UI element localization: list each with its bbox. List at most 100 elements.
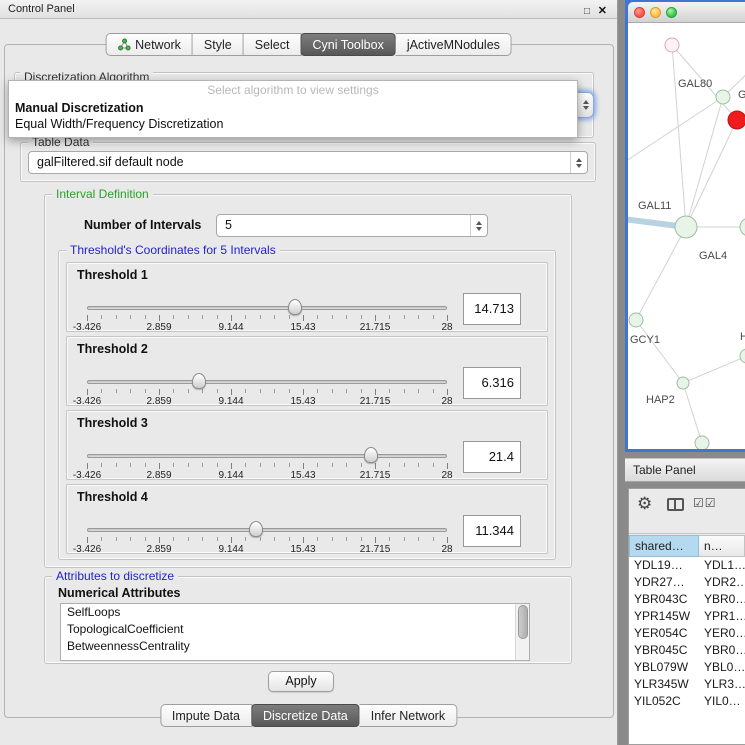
close-traffic-light-icon[interactable] bbox=[634, 7, 645, 18]
network-node[interactable] bbox=[740, 349, 745, 363]
slider-thumb[interactable] bbox=[288, 299, 302, 315]
table-column-header[interactable]: shared… bbox=[629, 535, 699, 557]
network-edge[interactable] bbox=[683, 356, 745, 383]
network-edge[interactable] bbox=[636, 320, 683, 383]
network-node-label: GAL4 bbox=[699, 250, 727, 262]
network-edge[interactable] bbox=[672, 45, 686, 227]
network-node[interactable] bbox=[740, 218, 745, 236]
slider-track[interactable] bbox=[87, 306, 447, 310]
numerical-attributes-list[interactable]: SelfLoopsTopologicalCoefficientBetweenne… bbox=[60, 603, 530, 661]
threshold-value-field[interactable]: 6.316 bbox=[463, 367, 521, 399]
table-row[interactable]: YBL079WYBL0… bbox=[629, 659, 745, 676]
slider-scale-label: 15.43 bbox=[290, 544, 315, 555]
slider-thumb[interactable] bbox=[364, 447, 378, 463]
table-row[interactable]: YBR043CYBR0… bbox=[629, 591, 745, 608]
table-cell: YDL19… bbox=[629, 557, 699, 574]
tab-network[interactable]: Network bbox=[105, 33, 193, 56]
column-selector-icon[interactable] bbox=[667, 498, 684, 511]
interval-definition-group-label: Interval Definition bbox=[52, 187, 153, 201]
scrollbar-thumb[interactable] bbox=[518, 605, 528, 639]
threshold-value-field[interactable]: 21.4 bbox=[463, 441, 521, 473]
tab-label: Cyni Toolbox bbox=[312, 38, 383, 52]
slider-scale-label: 28 bbox=[441, 322, 452, 333]
tab-discretize-data[interactable]: Discretize Data bbox=[251, 704, 360, 727]
table-cell: YBL079W bbox=[629, 659, 699, 676]
table-row[interactable]: YLR345WYLR3… bbox=[629, 676, 745, 693]
table-row[interactable]: YDR27…YDR2… bbox=[629, 574, 745, 591]
minimize-traffic-light-icon[interactable] bbox=[650, 7, 661, 18]
network-node[interactable] bbox=[675, 216, 697, 238]
network-canvas[interactable]: GAL80GAGAL11GAL4GCY1HHAP2 bbox=[628, 23, 745, 449]
close-icon[interactable]: ✕ bbox=[598, 2, 607, 20]
table-row[interactable]: YDL19…YDL1… bbox=[629, 557, 745, 574]
number-of-intervals-combobox[interactable]: 5 bbox=[216, 214, 488, 237]
table-cell: YBR043C bbox=[629, 591, 699, 608]
attribute-list-item[interactable]: SelfLoops bbox=[61, 604, 529, 621]
tab-cyni-toolbox[interactable]: Cyni Toolbox bbox=[300, 33, 395, 56]
apply-button[interactable]: Apply bbox=[268, 671, 334, 692]
attribute-list-item[interactable]: TopologicalCoefficient bbox=[61, 621, 529, 638]
table-row[interactable]: YBR045CYBR0… bbox=[629, 642, 745, 659]
slider-track[interactable] bbox=[87, 454, 447, 458]
threshold-slider[interactable]: -3.4262.8599.14415.4321.71528 bbox=[81, 299, 453, 333]
threshold-slider[interactable]: -3.4262.8599.14415.4321.71528 bbox=[81, 373, 453, 407]
network-node[interactable] bbox=[695, 436, 709, 449]
slider-thumb[interactable] bbox=[249, 521, 263, 537]
network-window-titlebar[interactable] bbox=[628, 2, 745, 23]
checkbox-icons[interactable]: ☑☑ bbox=[693, 496, 717, 510]
table-row[interactable]: YER054CYER0… bbox=[629, 625, 745, 642]
dropdown-option-manual-discretization[interactable]: Manual Discretization bbox=[9, 100, 577, 116]
slider-track[interactable] bbox=[87, 528, 447, 532]
network-node[interactable] bbox=[665, 38, 679, 52]
slider-scale-label: 21.715 bbox=[360, 544, 391, 555]
algorithm-dropdown: Select algorithm to view settings Manual… bbox=[8, 80, 578, 138]
control-panel-titlebar: Control Panel □ ✕ bbox=[0, 0, 617, 19]
slider-thumb[interactable] bbox=[192, 373, 206, 389]
table-data-combobox[interactable]: galFiltered.sif default node bbox=[28, 151, 588, 174]
network-edge[interactable] bbox=[628, 97, 723, 163]
slider-scale: -3.4262.8599.14415.4321.71528 bbox=[81, 544, 453, 555]
table-cell: YBL0… bbox=[699, 659, 745, 676]
threshold-value-field[interactable]: 11.344 bbox=[463, 515, 521, 547]
tab-infer-network[interactable]: Infer Network bbox=[360, 704, 457, 727]
tab-style[interactable]: Style bbox=[193, 33, 244, 56]
zoom-traffic-light-icon[interactable] bbox=[666, 7, 677, 18]
float-icon[interactable]: □ bbox=[584, 3, 590, 21]
node-table: shared…n… YDL19…YDL1…YDR27…YDR2…YBR043CY… bbox=[629, 535, 745, 744]
table-panel-title: Table Panel bbox=[633, 463, 696, 477]
dropdown-option-equal-width-frequency[interactable]: Equal Width/Frequency Discretization bbox=[9, 116, 577, 132]
threshold-slider[interactable]: -3.4262.8599.14415.4321.71528 bbox=[81, 447, 453, 481]
network-edge[interactable] bbox=[636, 227, 686, 320]
combobox-stepper-icon bbox=[570, 152, 587, 173]
table-row[interactable]: YPR145WYPR1… bbox=[629, 608, 745, 625]
slider-ticks bbox=[81, 463, 453, 470]
network-edge[interactable] bbox=[683, 383, 702, 443]
slider-scale-label: 28 bbox=[441, 470, 452, 481]
threshold-value-field[interactable]: 14.713 bbox=[463, 293, 521, 325]
slider-track[interactable] bbox=[87, 380, 447, 384]
tab-select[interactable]: Select bbox=[244, 33, 302, 56]
slider-scale-label: 28 bbox=[441, 544, 452, 555]
threshold-panel: Threshold 2 -3.4262.8599.14415.4321.7152… bbox=[66, 336, 548, 406]
slider-scale-label: 9.144 bbox=[218, 322, 243, 333]
table-cell: YER054C bbox=[629, 625, 699, 642]
network-node[interactable] bbox=[728, 111, 745, 129]
slider-ticks bbox=[81, 315, 453, 322]
network-node[interactable] bbox=[629, 313, 643, 327]
slider-scale: -3.4262.8599.14415.4321.71528 bbox=[81, 396, 453, 407]
attribute-list-item[interactable]: BetweennessCentrality bbox=[61, 638, 529, 655]
slider-scale-label: -3.426 bbox=[73, 396, 101, 407]
gear-icon[interactable]: ⚙ bbox=[637, 494, 652, 514]
network-node[interactable] bbox=[716, 90, 730, 104]
network-node[interactable] bbox=[677, 377, 689, 389]
tab-impute-data[interactable]: Impute Data bbox=[160, 704, 252, 727]
list-scrollbar[interactable] bbox=[515, 604, 529, 660]
table-column-header[interactable]: n… bbox=[699, 535, 745, 557]
slider-scale: -3.4262.8599.14415.4321.71528 bbox=[81, 470, 453, 481]
combobox-stepper-icon bbox=[470, 215, 487, 236]
tab-jactivemnodules[interactable]: jActiveMNodules bbox=[396, 33, 512, 56]
threshold-slider[interactable]: -3.4262.8599.14415.4321.71528 bbox=[81, 521, 453, 555]
slider-scale-label: -3.426 bbox=[73, 322, 101, 333]
table-row[interactable]: YIL052CYIL0… bbox=[629, 693, 745, 710]
slider-ticks bbox=[81, 537, 453, 544]
